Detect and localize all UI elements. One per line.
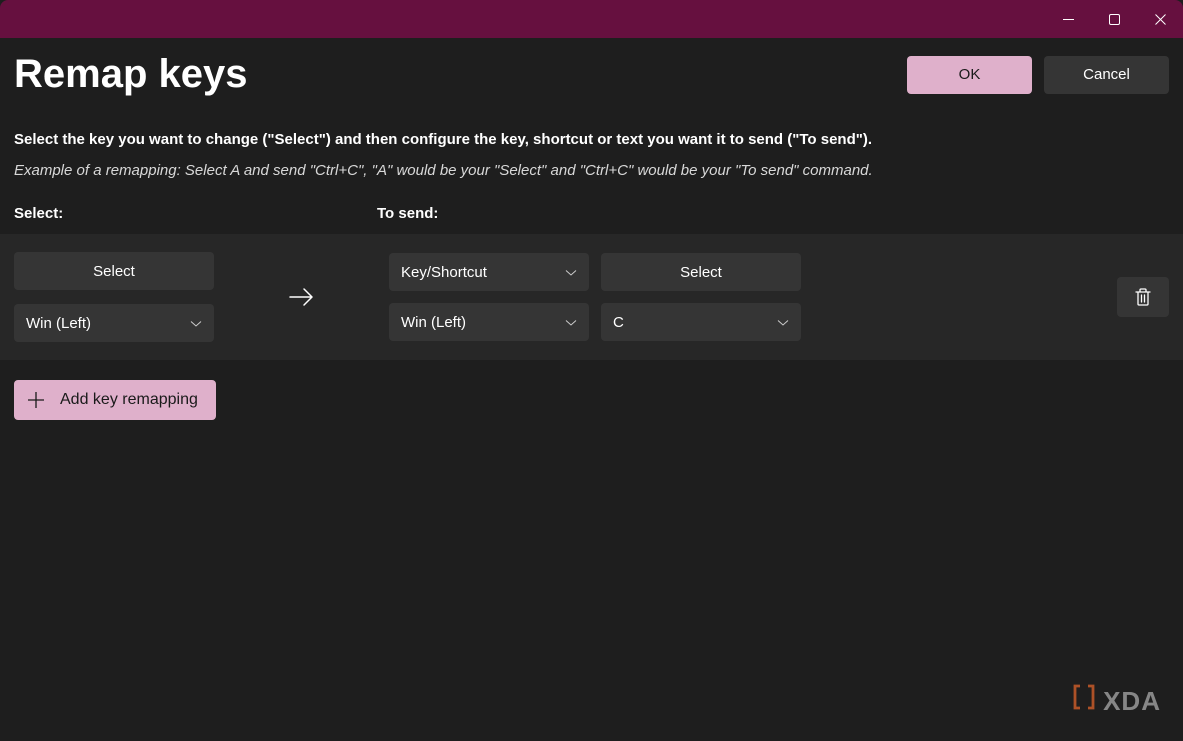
- select-key-value: Win (Left): [26, 315, 91, 332]
- tosend-select-button[interactable]: Select: [601, 253, 801, 291]
- content-area: Remap keys OK Cancel Select the key you …: [0, 38, 1183, 741]
- column-headers: Select: To send:: [14, 205, 1169, 222]
- tosend-key1-value: Win (Left): [401, 314, 466, 331]
- watermark-text: XDA: [1103, 686, 1161, 717]
- watermark: XDA: [1071, 683, 1161, 719]
- select-key-button[interactable]: Select: [14, 252, 214, 290]
- chevron-down-icon: [565, 314, 577, 331]
- tosend-column-header: To send:: [377, 205, 438, 222]
- ok-button[interactable]: OK: [907, 56, 1032, 94]
- minimize-button[interactable]: [1045, 0, 1091, 38]
- arrow-right-icon: [288, 286, 316, 308]
- delete-row-button[interactable]: [1117, 277, 1169, 317]
- arrow-section: [214, 286, 389, 308]
- tosend-key1-dropdown[interactable]: Win (Left): [389, 303, 589, 341]
- tosend-key2-value: C: [613, 314, 624, 331]
- chevron-down-icon: [190, 315, 202, 332]
- maximize-button[interactable]: [1091, 0, 1137, 38]
- tosend-group: Key/Shortcut Select Win (Left) C: [389, 253, 801, 341]
- titlebar: [0, 0, 1183, 38]
- close-button[interactable]: [1137, 0, 1183, 38]
- tosend-type-value: Key/Shortcut: [401, 264, 487, 281]
- select-key-dropdown[interactable]: Win (Left): [14, 304, 214, 342]
- chevron-down-icon: [565, 264, 577, 281]
- close-icon: [1155, 14, 1166, 25]
- header-buttons: OK Cancel: [907, 56, 1169, 94]
- maximize-icon: [1109, 14, 1120, 25]
- delete-section: [1117, 277, 1169, 317]
- instruction-text: Select the key you want to change ("Sele…: [14, 131, 1169, 148]
- tosend-key2-dropdown[interactable]: C: [601, 303, 801, 341]
- add-remapping-button[interactable]: Add key remapping: [14, 380, 216, 420]
- tosend-type-dropdown[interactable]: Key/Shortcut: [389, 253, 589, 291]
- minimize-icon: [1063, 19, 1074, 20]
- cancel-button[interactable]: Cancel: [1044, 56, 1169, 94]
- example-text: Example of a remapping: Select A and sen…: [14, 162, 1169, 179]
- remap-row: Select Win (Left) Key/Shortcut: [0, 234, 1183, 360]
- trash-icon: [1134, 287, 1152, 307]
- plus-icon: [26, 390, 46, 410]
- header-row: Remap keys OK Cancel: [14, 52, 1169, 97]
- select-group: Select Win (Left): [14, 252, 214, 342]
- window-controls: [1045, 0, 1183, 38]
- add-button-label: Add key remapping: [60, 391, 198, 409]
- page-title: Remap keys: [14, 52, 247, 97]
- bracket-icon: [1071, 683, 1097, 719]
- select-column-header: Select:: [14, 205, 377, 222]
- chevron-down-icon: [777, 314, 789, 331]
